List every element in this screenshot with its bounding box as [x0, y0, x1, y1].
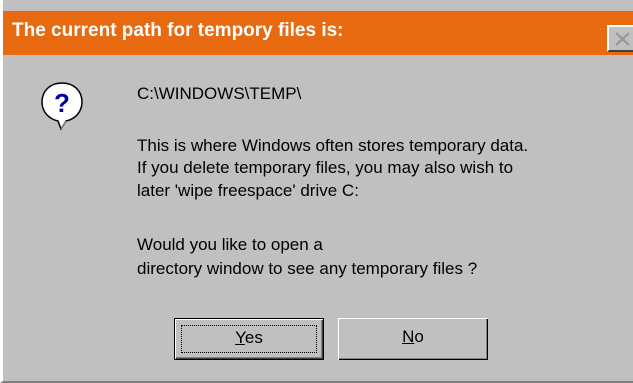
no-button-label: No — [402, 327, 424, 346]
title-bar[interactable]: The current path for tempory files is: — [3, 11, 633, 55]
question-icon: ? — [41, 82, 83, 131]
close-icon — [615, 32, 630, 46]
temp-path: C:\WINDOWS\TEMP\ — [137, 84, 302, 103]
dialog-window: The current path for tempory files is: ?… — [0, 0, 633, 383]
close-button[interactable] — [607, 25, 633, 52]
yes-button[interactable]: Yes — [174, 318, 324, 360]
question-line-1: Would you like to open a — [137, 235, 323, 254]
question-line-2: directory window to see any temporary fi… — [137, 259, 478, 278]
description-line-2: If you delete temporary files, you may a… — [137, 158, 514, 177]
svg-text:?: ? — [54, 88, 70, 118]
yes-button-label: Yes — [235, 328, 263, 347]
description-line-3: later 'wipe freespace' drive C: — [137, 181, 359, 200]
no-button[interactable]: No — [338, 318, 488, 360]
description-line-1: This is where Windows often stores tempo… — [137, 136, 529, 155]
dialog-title: The current path for tempory files is: — [12, 20, 344, 41]
